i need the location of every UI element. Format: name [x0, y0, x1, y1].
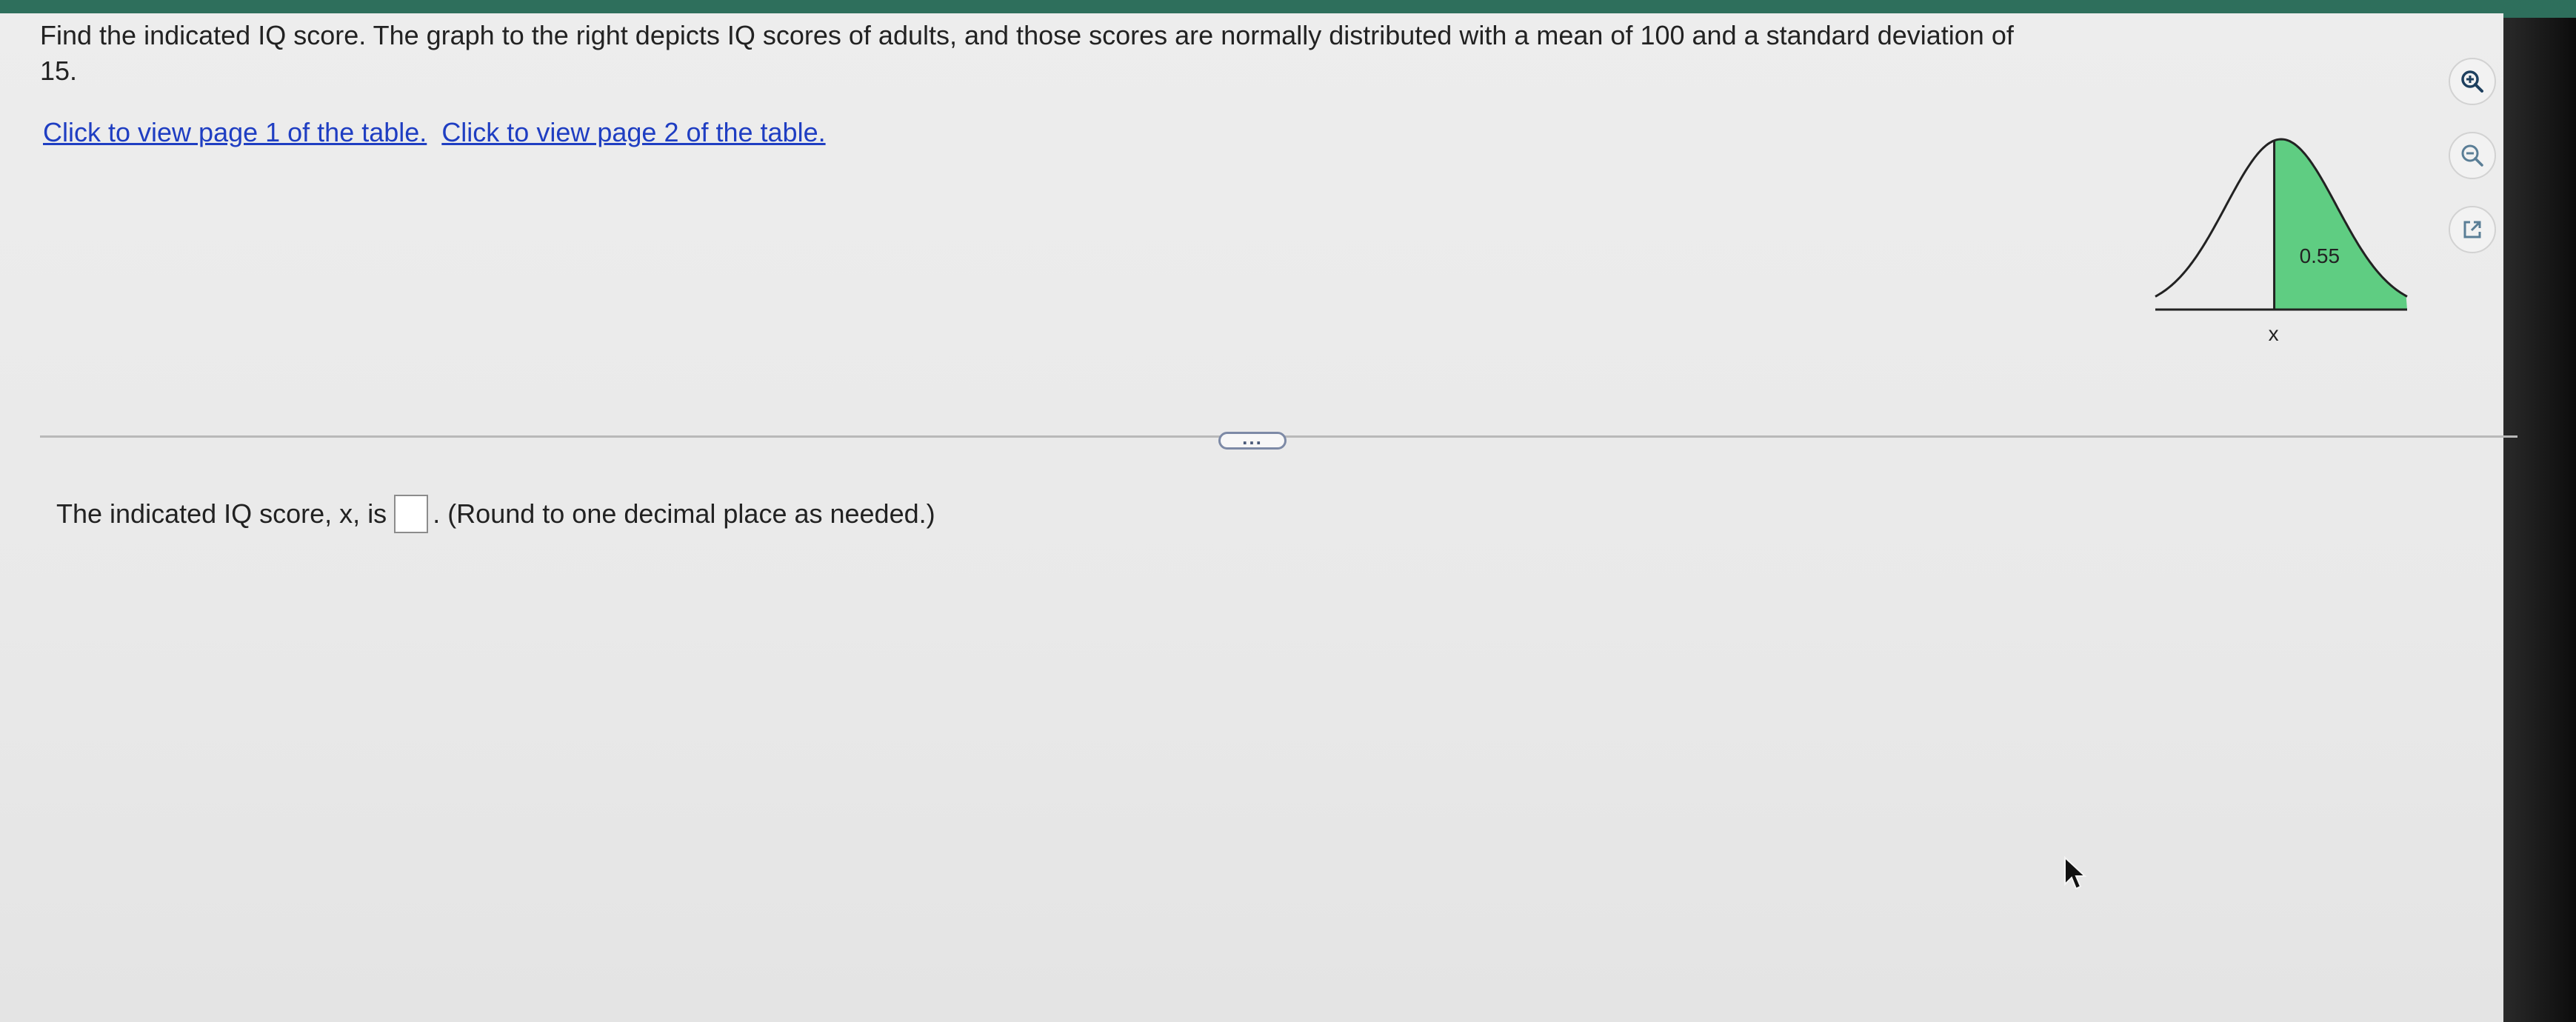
answer-prefix: The indicated IQ score, x, is: [56, 498, 387, 529]
divider-handle[interactable]: ...: [1218, 427, 1287, 450]
answer-prompt: The indicated IQ score, x, is . (Round t…: [56, 495, 935, 533]
zoom-in-icon: [2461, 70, 2483, 93]
normal-curve-graph: 0.55 x: [2155, 138, 2408, 345]
zoom-out-button[interactable]: [2449, 132, 2496, 179]
shaded-area-label: 0.55: [2300, 244, 2340, 267]
question-text: Find the indicated IQ score. The graph t…: [40, 20, 2014, 86]
zoom-in-button[interactable]: [2449, 58, 2496, 105]
answer-suffix: . (Round to one decimal place as needed.…: [433, 498, 935, 529]
divider-handle-dots: ...: [1242, 427, 1263, 449]
view-table-page-2-link[interactable]: Click to view page 2 of the table.: [441, 117, 825, 147]
view-table-page-1-link[interactable]: Click to view page 1 of the table.: [43, 117, 427, 147]
answer-input[interactable]: [394, 495, 429, 533]
table-links: Click to view page 1 of the table. Click…: [43, 117, 833, 148]
popout-button[interactable]: [2449, 206, 2496, 253]
screen-edge: [2503, 18, 2576, 1022]
x-axis-label: x: [2269, 322, 2279, 345]
shaded-area: [2274, 139, 2407, 310]
mouse-cursor-icon: [2064, 856, 2087, 890]
popout-icon: [2463, 221, 2481, 238]
zoom-out-icon: [2461, 144, 2483, 167]
